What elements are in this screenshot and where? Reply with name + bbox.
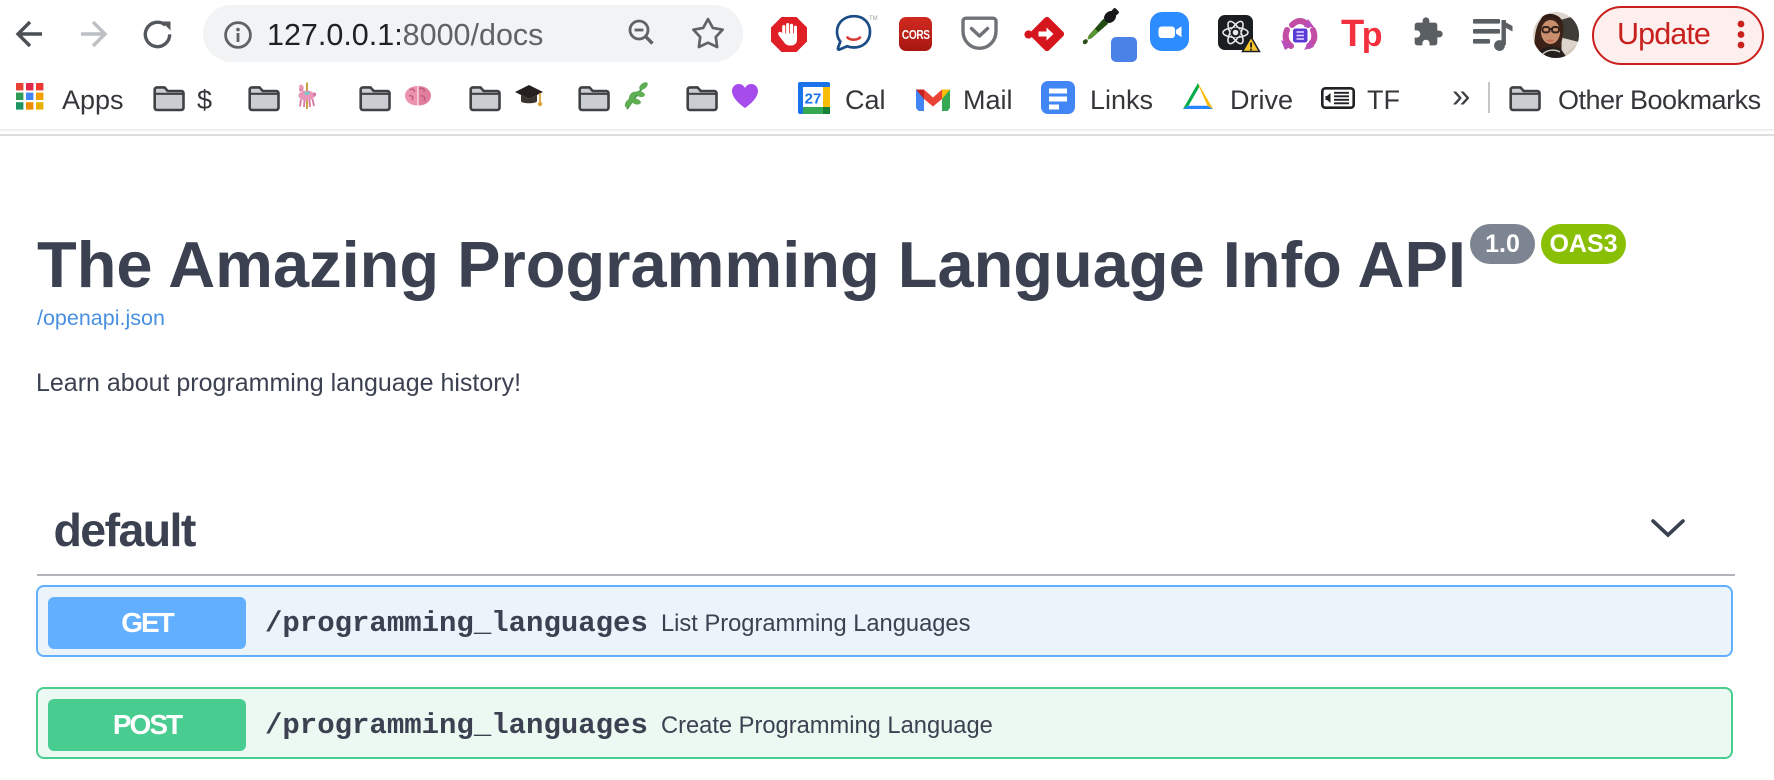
svg-text:27: 27: [805, 91, 822, 108]
svg-text:TM: TM: [869, 16, 878, 22]
